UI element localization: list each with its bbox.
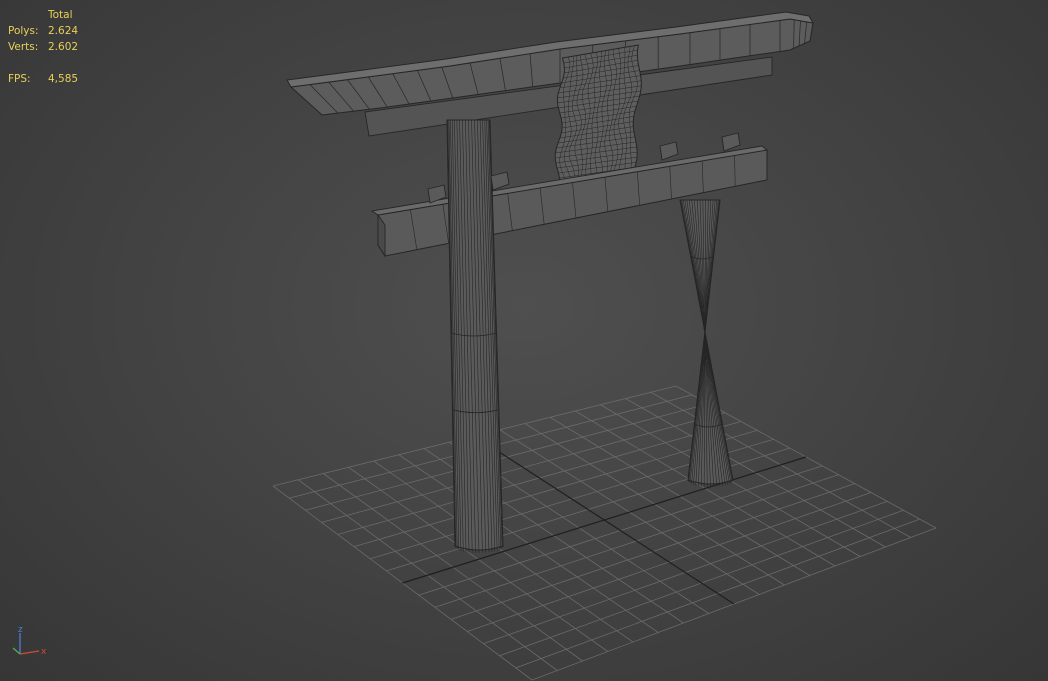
beam-wedge — [659, 141, 679, 161]
x-axis-line — [19, 650, 40, 655]
axis-gizmo-icon: z x — [12, 625, 47, 657]
x-axis-label: x — [41, 647, 47, 657]
beam-wedge — [490, 171, 510, 191]
z-axis-label: z — [18, 625, 23, 635]
polys-label: Polys: — [8, 25, 39, 37]
viewport[interactable]: Total Polys: 2.624 Verts: 2.602 FPS: 4,585 … — [0, 0, 1048, 681]
y-axis-line — [12, 647, 21, 655]
scene-canvas[interactable] — [0, 0, 1048, 681]
stats-header: Total — [48, 9, 73, 21]
verts-label: Verts: — [8, 41, 39, 53]
polys-value: 2.624 — [48, 25, 79, 37]
fps-label: FPS: — [8, 73, 31, 85]
fps-value: 4,585 — [48, 73, 79, 85]
right-pillar — [679, 199, 734, 488]
torii-gate-model[interactable] — [286, 11, 814, 554]
beam-wedge — [721, 132, 741, 152]
stats-overlay: Total Polys: 2.624 Verts: 2.602 FPS: 4,585 — [8, 7, 78, 87]
verts-value: 2.602 — [48, 41, 79, 53]
ground-grid — [272, 385, 937, 681]
